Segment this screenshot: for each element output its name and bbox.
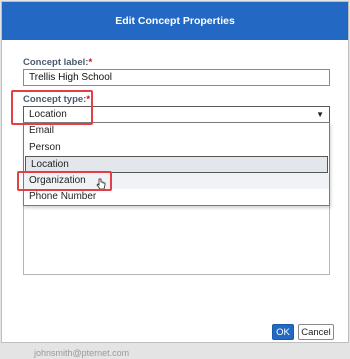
- option-email[interactable]: Email: [24, 123, 329, 140]
- option-phone-number[interactable]: Phone Number: [24, 189, 329, 206]
- highlight-concept-type: [11, 90, 93, 125]
- dialog-title: Edit Concept Properties: [2, 2, 348, 40]
- concept-type-dropdown-list: Email Person Location Organization Phone…: [23, 122, 330, 206]
- ok-button[interactable]: OK: [272, 324, 294, 340]
- cancel-button[interactable]: Cancel: [298, 324, 334, 340]
- description-textarea[interactable]: [23, 197, 330, 275]
- edit-concept-dialog: Edit Concept Properties Concept label:* …: [1, 1, 349, 343]
- concept-label-text: Concept label:: [23, 57, 89, 68]
- required-mark: *: [88, 57, 93, 68]
- option-person[interactable]: Person: [24, 140, 329, 157]
- background-partial-email: johnsmith@pternet.com: [34, 348, 130, 358]
- concept-label-input[interactable]: Trellis High School: [23, 69, 330, 86]
- highlight-organization: [17, 171, 112, 191]
- concept-label-label: Concept label:*: [23, 57, 92, 68]
- chevron-down-icon[interactable]: ▼: [316, 107, 324, 122]
